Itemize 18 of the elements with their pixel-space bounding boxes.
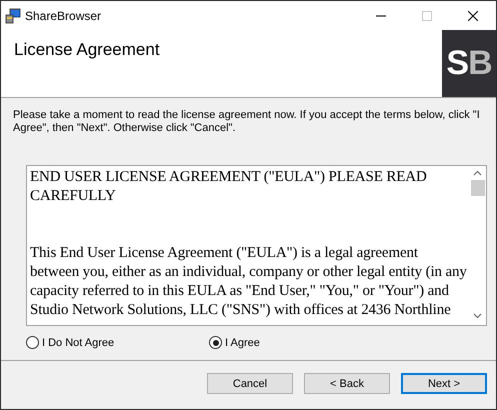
dialog-button[interactable]: Cancel [207, 373, 293, 394]
license-paragraph: END USER LICENSE AGREEMENT ("EULA") PLEASE READ CAREFULLY [30, 168, 428, 206]
scroll-down-icon[interactable] [473, 313, 482, 319]
instruction-text: Please take a moment to read the license agreement now. If you accept the terms below, click "I Agree", then "Next". Otherwise click "Cancel". [13, 109, 481, 135]
window-title: ShareBrowser [25, 8, 102, 22]
license-text-box[interactable] [26, 165, 487, 326]
license-paragraph: This End User License Agreement ("EULA") is a legal agreement between you, either as an individual, company or other legal entity (in any capacity referred to in this EULA as "End User," "You," or "Your") and Studio Network Solutions, LLC ("SNS") with offices at 2436 Northline [30, 244, 468, 320]
radio-option[interactable]: I Agree [209, 336, 329, 349]
scroll-up-icon[interactable] [473, 170, 482, 176]
page-title: License Agreement [14, 40, 160, 61]
close-icon [468, 10, 478, 20]
radio-option[interactable]: I Do Not Agree [26, 336, 209, 349]
maximize-icon [422, 10, 432, 20]
dialog-button[interactable]: < Back [304, 373, 390, 394]
logo: SB [442, 30, 496, 97]
installer-icon [5, 8, 21, 24]
dialog-button[interactable]: Next > [401, 373, 487, 394]
scroll-thumb[interactable] [470, 180, 484, 196]
